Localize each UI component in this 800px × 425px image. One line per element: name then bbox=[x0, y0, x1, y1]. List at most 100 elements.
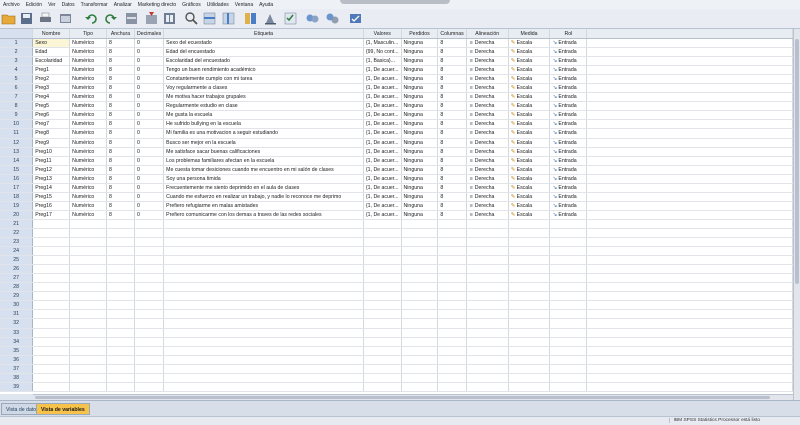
empty-cell[interactable] bbox=[508, 364, 551, 374]
empty-cell[interactable] bbox=[32, 219, 71, 229]
row-number[interactable]: 12 bbox=[0, 138, 34, 148]
empty-cell[interactable] bbox=[549, 382, 588, 392]
empty-cell[interactable] bbox=[163, 219, 364, 229]
empty-cell[interactable] bbox=[163, 355, 364, 365]
table-cell[interactable]: Preg3 bbox=[32, 83, 71, 94]
empty-cell[interactable] bbox=[163, 364, 364, 374]
empty-cell[interactable] bbox=[134, 246, 165, 257]
table-cell[interactable]: 8 bbox=[437, 83, 467, 94]
table-cell[interactable]: ✎Escala bbox=[508, 192, 551, 202]
empty-cell[interactable] bbox=[106, 382, 135, 392]
empty-cell[interactable] bbox=[549, 264, 588, 275]
empty-cell[interactable] bbox=[106, 309, 135, 320]
table-cell[interactable]: ↘Entrada bbox=[549, 56, 588, 67]
empty-cell[interactable] bbox=[363, 337, 402, 347]
row-number[interactable]: 14 bbox=[0, 156, 34, 166]
table-cell[interactable]: He sufrido bullying en la escuela bbox=[163, 119, 364, 130]
empty-cell[interactable] bbox=[106, 291, 135, 302]
empty-cell[interactable] bbox=[32, 264, 71, 275]
table-cell[interactable]: {1, De acuer... bbox=[363, 183, 402, 193]
table-cell[interactable]: 0 bbox=[134, 56, 165, 67]
empty-cell[interactable] bbox=[163, 337, 364, 347]
table-cell[interactable]: Numérico bbox=[69, 47, 107, 58]
empty-cell[interactable] bbox=[32, 282, 71, 293]
table-cell[interactable]: {1, De acuer... bbox=[363, 210, 402, 220]
table-cell[interactable]: ≡ Derecha bbox=[466, 47, 509, 58]
empty-cell[interactable] bbox=[549, 346, 588, 356]
empty-cell[interactable] bbox=[466, 228, 509, 239]
table-cell[interactable]: ✎Escala bbox=[508, 74, 551, 85]
insert-variable-icon[interactable] bbox=[221, 11, 236, 26]
table-cell[interactable]: Numérico bbox=[69, 192, 107, 202]
row-number[interactable]: 18 bbox=[0, 192, 34, 202]
table-cell[interactable]: Soy una persona timida bbox=[163, 174, 364, 184]
empty-cell[interactable] bbox=[437, 309, 467, 320]
empty-cell[interactable] bbox=[549, 282, 588, 293]
empty-cell[interactable] bbox=[106, 228, 135, 239]
table-cell[interactable]: 8 bbox=[437, 201, 467, 211]
empty-cell[interactable] bbox=[134, 228, 165, 239]
table-cell[interactable]: Numérico bbox=[69, 183, 107, 193]
table-cell[interactable]: {1, De acuer... bbox=[363, 156, 402, 166]
empty-cell[interactable] bbox=[69, 382, 107, 392]
empty-cell[interactable] bbox=[134, 346, 165, 356]
table-cell[interactable]: ≡ Derecha bbox=[466, 65, 509, 76]
empty-cell[interactable] bbox=[69, 264, 107, 275]
table-cell[interactable]: 8 bbox=[106, 138, 135, 148]
empty-cell[interactable] bbox=[437, 255, 467, 266]
empty-cell[interactable] bbox=[437, 328, 467, 338]
empty-cell[interactable] bbox=[106, 273, 135, 284]
table-cell[interactable]: Preg5 bbox=[32, 101, 71, 112]
row-number[interactable]: 20 bbox=[0, 210, 34, 220]
table-cell[interactable]: 8 bbox=[437, 56, 467, 67]
table-cell[interactable]: 8 bbox=[106, 65, 135, 76]
table-cell[interactable]: {1, De acuer... bbox=[363, 165, 402, 175]
table-cell[interactable]: {1, De acuer... bbox=[363, 128, 402, 139]
menu-item[interactable]: Gráficos bbox=[182, 2, 201, 8]
print-icon[interactable] bbox=[38, 11, 53, 26]
table-cell[interactable]: ↘Entrada bbox=[549, 119, 588, 130]
table-cell[interactable]: ✎Escala bbox=[508, 147, 551, 157]
empty-cell[interactable] bbox=[163, 291, 364, 302]
empty-cell[interactable] bbox=[437, 300, 467, 311]
empty-cell[interactable] bbox=[401, 282, 439, 293]
row-number[interactable]: 7 bbox=[0, 92, 34, 103]
table-cell[interactable]: ≡ Derecha bbox=[466, 101, 509, 112]
empty-cell[interactable] bbox=[163, 282, 364, 293]
undo-icon[interactable] bbox=[84, 11, 99, 26]
row-number[interactable]: 4 bbox=[0, 65, 34, 76]
table-cell[interactable]: 8 bbox=[437, 101, 467, 112]
empty-cell[interactable] bbox=[508, 246, 551, 257]
table-cell[interactable]: ✎Escala bbox=[508, 47, 551, 58]
empty-cell[interactable] bbox=[549, 300, 588, 311]
use-sets-icon[interactable] bbox=[325, 11, 340, 26]
row-number[interactable]: 37 bbox=[0, 364, 34, 374]
empty-cell[interactable] bbox=[32, 300, 71, 311]
table-cell[interactable]: ↘Entrada bbox=[549, 92, 588, 103]
table-cell[interactable]: Preg10 bbox=[32, 147, 71, 157]
table-cell[interactable]: {1, De acuer... bbox=[363, 147, 402, 157]
table-cell[interactable]: {99, No cont... bbox=[363, 47, 402, 58]
empty-cell[interactable] bbox=[508, 382, 551, 392]
table-cell[interactable]: 0 bbox=[134, 38, 165, 49]
empty-cell[interactable] bbox=[466, 328, 509, 338]
split-file-icon[interactable] bbox=[243, 11, 258, 26]
empty-cell[interactable] bbox=[437, 228, 467, 239]
empty-cell[interactable] bbox=[466, 346, 509, 356]
menu-item[interactable]: Ayuda bbox=[259, 2, 273, 8]
column-header[interactable]: Columnas bbox=[437, 29, 467, 39]
menu-item[interactable]: Transformar bbox=[81, 2, 108, 8]
empty-cell[interactable] bbox=[508, 318, 551, 329]
table-cell[interactable]: Numérico bbox=[69, 156, 107, 166]
empty-cell[interactable] bbox=[363, 282, 402, 293]
table-cell[interactable]: Numérico bbox=[69, 101, 107, 112]
empty-cell[interactable] bbox=[401, 373, 439, 383]
table-cell[interactable]: ✎Escala bbox=[508, 174, 551, 184]
empty-cell[interactable] bbox=[134, 300, 165, 311]
table-cell[interactable]: ✎Escala bbox=[508, 92, 551, 103]
row-number[interactable]: 35 bbox=[0, 346, 34, 356]
empty-cell[interactable] bbox=[437, 237, 467, 248]
empty-cell[interactable] bbox=[508, 219, 551, 229]
empty-cell[interactable] bbox=[508, 264, 551, 275]
empty-cell[interactable] bbox=[106, 346, 135, 356]
